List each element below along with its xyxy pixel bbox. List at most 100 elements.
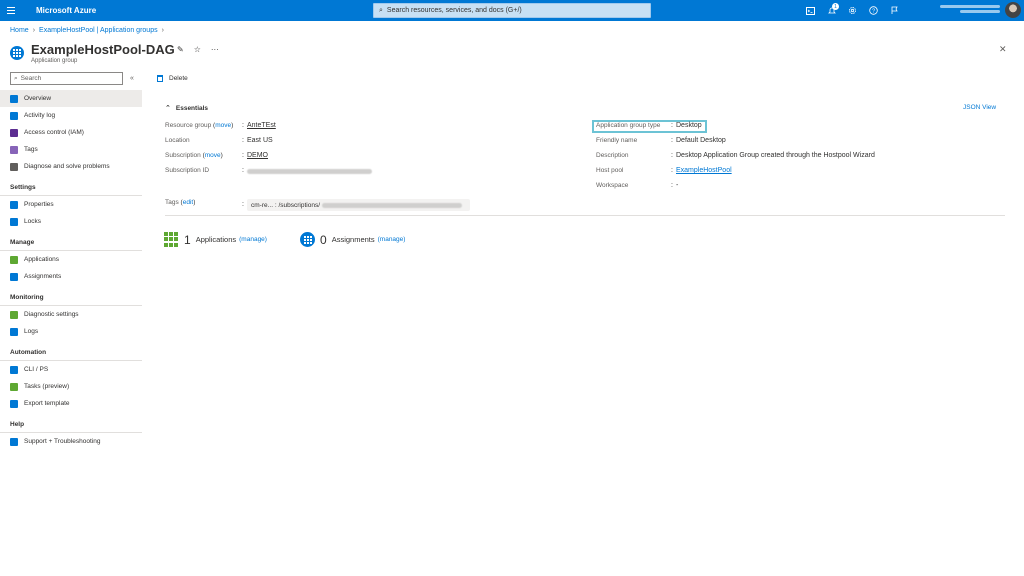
- brand-name[interactable]: Microsoft Azure: [36, 6, 96, 15]
- sidebar-item-locks[interactable]: Locks: [0, 213, 142, 230]
- tag-chip[interactable]: cm-re... : /subscriptions/: [247, 199, 470, 211]
- global-search-input[interactable]: ⌕ Search resources, services, and docs (…: [373, 3, 651, 18]
- sidebar-section-monitoring: Monitoring: [0, 289, 142, 306]
- sidebar-search-input[interactable]: ⌕ Search: [10, 72, 123, 85]
- sidebar-item-label: Activity log: [24, 112, 56, 119]
- sidebar-item-cli-ps[interactable]: CLI / PS: [0, 361, 142, 378]
- sidebar-item-label: Locks: [24, 218, 41, 225]
- colon: :: [242, 167, 244, 174]
- assignments-manage-link[interactable]: (manage): [378, 236, 406, 243]
- resource-group-label: Resource group: [165, 122, 212, 129]
- page-subtitle: Application group: [31, 58, 78, 64]
- sidebar-item-label: Diagnose and solve problems: [24, 163, 110, 170]
- sidebar-top-items: Overview Activity log Access control (IAM)…: [0, 90, 142, 175]
- colon: :: [671, 182, 673, 189]
- star-icon[interactable]: ☆: [194, 45, 201, 54]
- close-icon[interactable]: ✕: [999, 44, 1007, 55]
- workspace-row: Workspace: [596, 182, 628, 189]
- location-row: Location: [165, 137, 190, 144]
- header-actions: ✎ ☆ ···: [177, 45, 219, 54]
- chevron-right-icon: ›: [32, 27, 36, 34]
- tags-row: Tags (edit): [165, 199, 196, 206]
- sidebar-item-support-troubleshooting[interactable]: Support + Troubleshooting: [0, 433, 142, 450]
- applications-count: 1: [184, 232, 191, 247]
- trash-icon: [157, 75, 163, 82]
- sidebar-item-label: Tags: [24, 146, 38, 153]
- resource-group-value-link[interactable]: AnteTEst: [247, 122, 276, 129]
- sidebar-item-activity-log[interactable]: Activity log: [0, 107, 142, 124]
- sidebar-item-export-template[interactable]: Export template: [0, 395, 142, 412]
- sidebar-item-label: Diagnostic settings: [24, 311, 79, 318]
- subscription-label: Subscription: [165, 152, 201, 159]
- more-icon[interactable]: ···: [211, 45, 219, 54]
- diagnose-and-solve-problems-icon: [10, 162, 18, 171]
- friendly-name-label: Friendly name: [596, 137, 638, 144]
- sidebar-item-assignments[interactable]: Assignments: [0, 268, 142, 285]
- breadcrumb-home-link[interactable]: Home: [10, 27, 29, 34]
- app-group-type-row: Application group type: [596, 122, 660, 129]
- sidebar-item-label: Applications: [24, 256, 60, 263]
- host-pool-value-link[interactable]: ExampleHostPool: [676, 167, 732, 174]
- export-template-icon: [10, 399, 18, 408]
- json-view-link[interactable]: JSON View: [963, 104, 996, 111]
- colon: :: [242, 137, 244, 144]
- sidebar-item-diagnostic-settings[interactable]: Diagnostic settings: [0, 306, 142, 323]
- sidebar-item-properties[interactable]: Properties: [0, 196, 142, 213]
- top-bar: Microsoft Azure ⌕ Search resources, serv…: [0, 0, 1024, 21]
- tag-value: : /subscriptions/: [274, 201, 321, 209]
- collapse-sidebar-icon[interactable]: «: [130, 75, 134, 82]
- delete-button[interactable]: Delete: [157, 75, 188, 82]
- assignments-count: 0: [320, 232, 327, 247]
- pin-icon[interactable]: ✎: [177, 45, 184, 54]
- search-icon: ⌕: [14, 74, 18, 82]
- assignments-icon: [10, 272, 18, 281]
- page-title: ExampleHostPool-DAG: [31, 42, 175, 57]
- workspace-value: -: [676, 182, 679, 189]
- breadcrumb-parent-link[interactable]: ExampleHostPool | Application groups: [39, 27, 158, 34]
- sidebar-item-label: Export template: [24, 400, 70, 407]
- friendly-name-value: Default Desktop: [676, 137, 726, 144]
- sidebar-item-overview[interactable]: Overview: [0, 90, 142, 107]
- feedback-icon[interactable]: [884, 0, 905, 21]
- avatar[interactable]: [1005, 2, 1021, 18]
- colon: :: [242, 122, 244, 129]
- chevron-up-icon: ⌃: [165, 105, 171, 112]
- colon: :: [242, 201, 244, 208]
- colon: :: [671, 137, 673, 144]
- applications-stat: 1 Applications (manage): [164, 232, 267, 247]
- app-group-type-value: Desktop: [676, 122, 702, 129]
- assignments-label: Assignments: [331, 235, 375, 244]
- tags-label: Tags: [165, 199, 179, 206]
- applications-label: Applications: [195, 235, 237, 244]
- help-icon[interactable]: ?: [863, 0, 884, 21]
- tasks-preview-icon: [10, 382, 18, 391]
- sidebar-item-label: Properties: [24, 201, 54, 208]
- gear-icon[interactable]: [842, 0, 863, 21]
- command-bar: Delete: [157, 75, 188, 82]
- sidebar-item-tasks-preview[interactable]: Tasks (preview): [0, 378, 142, 395]
- resource-group-move-link[interactable]: move: [215, 122, 231, 129]
- sidebar-item-tags[interactable]: Tags: [0, 141, 142, 158]
- sidebar-item-logs[interactable]: Logs: [0, 323, 142, 340]
- cloud-shell-icon[interactable]: [800, 0, 821, 21]
- location-label: Location: [165, 137, 190, 144]
- tag-key: cm-re...: [251, 201, 274, 209]
- sidebar-item-diagnose-and-solve-problems[interactable]: Diagnose and solve problems: [0, 158, 142, 175]
- breadcrumb: Home › ExampleHostPool | Application gro…: [10, 27, 164, 34]
- tags-edit-link[interactable]: edit: [183, 199, 193, 206]
- app-group-type-label: Application group type: [596, 122, 661, 129]
- applications-manage-link[interactable]: (manage): [239, 236, 267, 243]
- notifications-icon[interactable]: 1: [821, 0, 842, 21]
- menu-icon[interactable]: [0, 0, 22, 21]
- account-name-blurred[interactable]: [940, 5, 1000, 15]
- subscription-value-link[interactable]: DEMO: [247, 152, 268, 159]
- resource-group-row: Resource group (move): [165, 122, 234, 129]
- subscription-id-label: Subscription ID: [165, 167, 210, 174]
- description-value: Desktop Application Group created throug…: [676, 152, 875, 159]
- subscription-move-link[interactable]: move: [205, 152, 221, 159]
- sidebar-item-applications[interactable]: Applications: [0, 251, 142, 268]
- sidebar-section-automation: Automation: [0, 344, 142, 361]
- essentials-toggle[interactable]: ⌃ Essentials: [165, 104, 208, 113]
- sidebar-item-access-control-iam[interactable]: Access control (IAM): [0, 124, 142, 141]
- overview-icon: [10, 94, 18, 103]
